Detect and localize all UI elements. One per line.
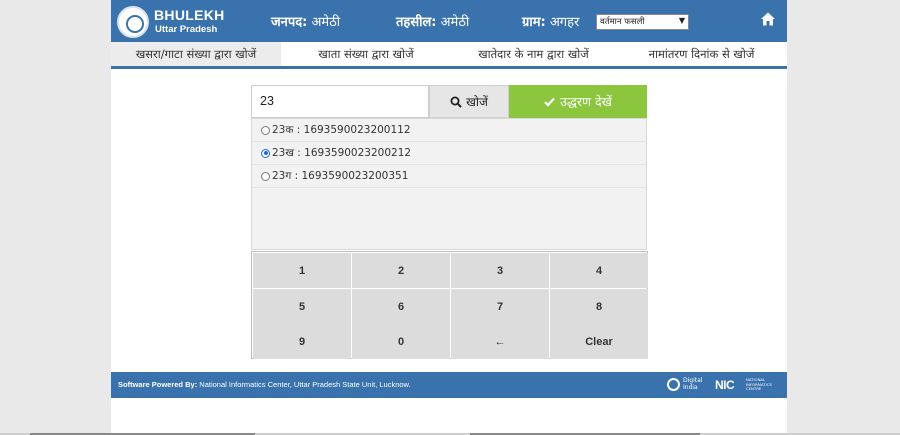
keypad-key-6[interactable]: 6	[352, 289, 450, 324]
search-button[interactable]: खोजें	[429, 85, 509, 118]
keypad-clear-key[interactable]: Clear	[550, 324, 648, 359]
district-label: जनपद:	[271, 15, 308, 30]
digital-india-line1: Digital	[683, 377, 703, 384]
khasra-search-input[interactable]: 23	[251, 85, 429, 118]
digital-india-line2: India	[683, 384, 698, 391]
result-option-label: 23क : 1693590023200112	[272, 124, 411, 136]
footer-powered-by-label: Software Powered By:	[118, 380, 198, 389]
tab-owner-name-search[interactable]: खातेदार के नाम द्वारा खोजें	[451, 42, 616, 66]
keypad-key-2[interactable]: 2	[352, 253, 450, 288]
home-icon[interactable]	[760, 11, 776, 27]
village-label: ग्राम:	[522, 15, 546, 30]
radio-button[interactable]	[261, 171, 270, 181]
tehsil-label: तहसील:	[396, 15, 437, 30]
keypad-key-9[interactable]: 9	[253, 324, 351, 359]
results-list: 23क : 1693590023200112 23ख : 16935900232…	[251, 118, 647, 250]
view-record-button[interactable]: उद्धरण देखें	[509, 85, 647, 118]
footer-bar: Software Powered By: National Informatic…	[111, 372, 787, 398]
footer-credit: Software Powered By: National Informatic…	[118, 380, 411, 389]
keypad-key-5[interactable]: 5	[253, 289, 351, 324]
keypad-key-7[interactable]: 7	[451, 289, 549, 324]
radio-button-selected[interactable]	[261, 148, 270, 158]
footer-powered-by-text: National Informatics Center, Uttar Prade…	[199, 380, 411, 389]
search-tabs: खसरा/गाटा संख्या द्वारा खोजें खाता संख्य…	[111, 42, 787, 69]
backspace-key[interactable]: ←	[451, 324, 549, 359]
district-field: जनपद: अमेठी	[271, 12, 340, 30]
result-option-label: 23ग : 1693590023200351	[272, 170, 409, 182]
tab-khata-search[interactable]: खाता संख्या द्वारा खोजें	[281, 42, 451, 66]
radio-button[interactable]	[261, 125, 270, 135]
tab-mutation-date-search[interactable]: नामांतरण दिनांक से खोजें	[616, 42, 787, 66]
keypad-key-8[interactable]: 8	[550, 289, 648, 324]
chevron-down-icon: ▼	[678, 16, 685, 25]
view-record-button-label: उद्धरण देखें	[560, 94, 612, 109]
village-value: अगहर	[549, 15, 580, 30]
brand-title: BHULEKH	[154, 7, 225, 23]
check-icon	[544, 97, 555, 107]
result-option[interactable]: 23ख : 1693590023200212	[252, 142, 646, 165]
numeric-keypad: 1 2 3 4 5 6 7 8 9 0 ← Clear	[251, 251, 648, 359]
search-icon	[450, 96, 462, 108]
keypad-key-0[interactable]: 0	[352, 324, 450, 359]
result-option[interactable]: 23क : 1693590023200112	[252, 119, 646, 142]
arrow-left-icon: ←	[494, 335, 506, 348]
page-container: BHULEKH Uttar Pradesh जनपद: अमेठी तहसील:…	[111, 0, 787, 435]
fasli-year-select[interactable]: वर्तमान फसली ▼	[596, 14, 689, 30]
fasli-select-value: वर्तमान फसली	[600, 17, 645, 27]
district-value: अमेठी	[311, 15, 341, 30]
keypad-key-3[interactable]: 3	[451, 253, 549, 288]
tehsil-value: अमेठी	[440, 15, 470, 30]
brand-subtitle: Uttar Pradesh	[155, 24, 218, 35]
nic-mark: NIC	[715, 378, 735, 392]
nic-line3: CENTRE	[746, 386, 762, 391]
digital-india-logo: Digital India	[667, 376, 707, 394]
keypad-key-1[interactable]: 1	[253, 253, 351, 288]
up-emblem-logo-icon	[117, 6, 149, 38]
result-option[interactable]: 23ग : 1693590023200351	[252, 165, 646, 188]
header-bar: BHULEKH Uttar Pradesh जनपद: अमेठी तहसील:…	[111, 0, 787, 42]
digital-india-icon	[667, 378, 680, 391]
keypad-key-4[interactable]: 4	[550, 253, 648, 288]
village-field: ग्राम: अगहर	[522, 12, 579, 30]
tab-khasra-search[interactable]: खसरा/गाटा संख्या द्वारा खोजें	[111, 42, 281, 66]
search-button-label: खोजें	[466, 95, 488, 109]
result-option-label: 23ख : 1693590023200212	[272, 147, 412, 159]
nic-logo: NIC NATIONAL INFORMATICS CENTRE	[715, 377, 781, 393]
tehsil-field: तहसील: अमेठी	[396, 12, 469, 30]
